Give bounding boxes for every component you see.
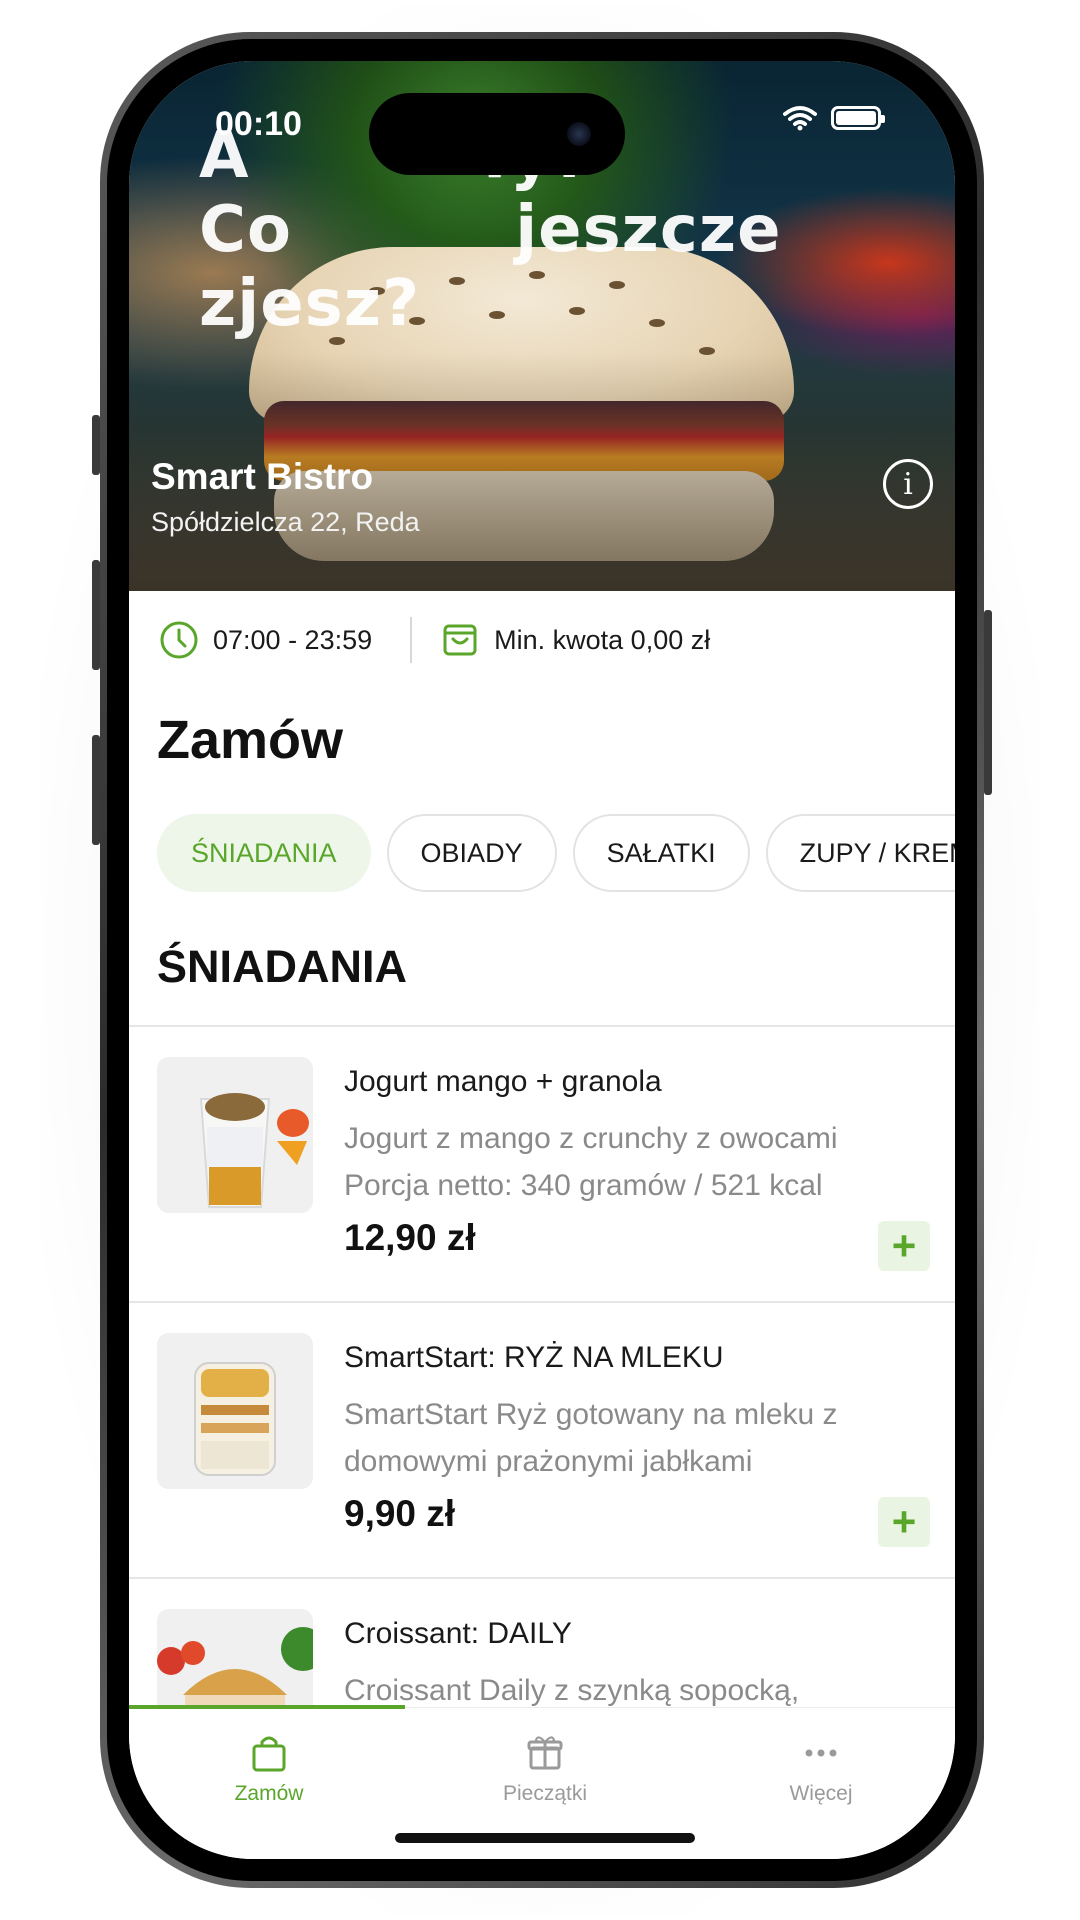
- tab-zupy-kremy[interactable]: ZUPY / KREMY: [765, 814, 955, 892]
- tab-salatki[interactable]: SAŁATKI: [572, 814, 750, 892]
- tab-pieczatki[interactable]: Pieczątki: [435, 1732, 655, 1806]
- product-description: SmartStart Ryż gotowany na mleku z domow…: [344, 1398, 838, 1478]
- category-tabs: ŚNIADANIA OBIADY SAŁATKI ZUPY / KREMY: [157, 814, 955, 892]
- product-image: [157, 1333, 313, 1489]
- add-to-cart-button[interactable]: +: [878, 1221, 930, 1271]
- tab-sniadania[interactable]: ŚNIADANIA: [157, 814, 371, 892]
- info-row: 07:00 - 23:59 Min. kwota 0,00 zł: [159, 614, 955, 666]
- volume-up-button: [92, 560, 100, 670]
- min-order: Min. kwota 0,00 zł: [440, 620, 710, 660]
- product-item[interactable]: SmartStart: RYŻ NA MLEKU SmartStart Ryż …: [129, 1301, 955, 1577]
- tab-label: Pieczątki: [502, 1782, 588, 1805]
- home-indicator: [395, 1833, 695, 1843]
- hours-text: 07:00 - 23:59: [213, 624, 373, 655]
- volume-down-button: [92, 735, 100, 845]
- clock-icon: [160, 621, 198, 659]
- battery-icon: [831, 106, 885, 130]
- dynamic-island: [369, 93, 625, 175]
- camera-icon: [567, 122, 591, 146]
- phone-frame: A Ty? Co jeszcze zjesz? 00:10 Smart Bist…: [100, 32, 984, 1888]
- status-time: 00:10: [215, 105, 302, 143]
- min-amount-text: Min. kwota 0,00 zł: [494, 624, 711, 655]
- more-icon: [805, 1749, 837, 1757]
- plus-icon: +: [891, 1222, 917, 1269]
- tab-wiecej[interactable]: Więcej: [711, 1732, 931, 1806]
- restaurant-name: Smart Bistro: [151, 456, 374, 497]
- tab-label: Zamów: [234, 1782, 304, 1805]
- power-button: [984, 610, 992, 795]
- restaurant-address: Spółdzielcza 22, Reda: [151, 507, 420, 537]
- mute-switch: [92, 415, 100, 475]
- wifi-icon: [783, 106, 817, 131]
- product-name: SmartStart: RYŻ NA MLEKU: [344, 1341, 724, 1374]
- bag-icon: [252, 1736, 286, 1772]
- basket-icon: [443, 624, 477, 656]
- tab-indicator: [129, 1705, 405, 1709]
- opening-hours: 07:00 - 23:59: [159, 620, 372, 660]
- product-name: Jogurt mango + granola: [344, 1065, 662, 1098]
- product-item[interactable]: Jogurt mango + granola Jogurt z mango z …: [129, 1025, 955, 1301]
- hero-banner: A Ty? Co jeszcze zjesz? 00:10 Smart Bist…: [129, 61, 955, 591]
- gift-icon: [527, 1736, 563, 1770]
- product-price: 9,90 zł: [344, 1493, 456, 1534]
- add-to-cart-button[interactable]: +: [878, 1497, 930, 1547]
- phone-bezel: A Ty? Co jeszcze zjesz? 00:10 Smart Bist…: [107, 39, 977, 1881]
- app-screen: A Ty? Co jeszcze zjesz? 00:10 Smart Bist…: [129, 61, 955, 1859]
- info-icon: i: [903, 466, 913, 502]
- tab-obiady[interactable]: OBIADY: [386, 814, 557, 892]
- product-price: 12,90 zł: [344, 1217, 476, 1258]
- page-title: Zamów: [157, 710, 344, 770]
- product-name: Croissant: DAILY: [344, 1617, 572, 1650]
- tab-label: Więcej: [789, 1782, 853, 1805]
- plus-icon: +: [891, 1498, 917, 1545]
- bottom-tab-bar: Zamów Pieczątki Więcej: [129, 1705, 955, 1859]
- status-icons: [783, 105, 885, 131]
- tab-zamow[interactable]: Zamów: [159, 1732, 379, 1806]
- product-description: Jogurt z mango z crunchy z owocami Porcj…: [344, 1122, 838, 1202]
- info-button[interactable]: i: [883, 459, 933, 509]
- section-title: ŚNIADANIA: [157, 941, 408, 992]
- product-image: [157, 1057, 313, 1213]
- divider: [410, 617, 413, 663]
